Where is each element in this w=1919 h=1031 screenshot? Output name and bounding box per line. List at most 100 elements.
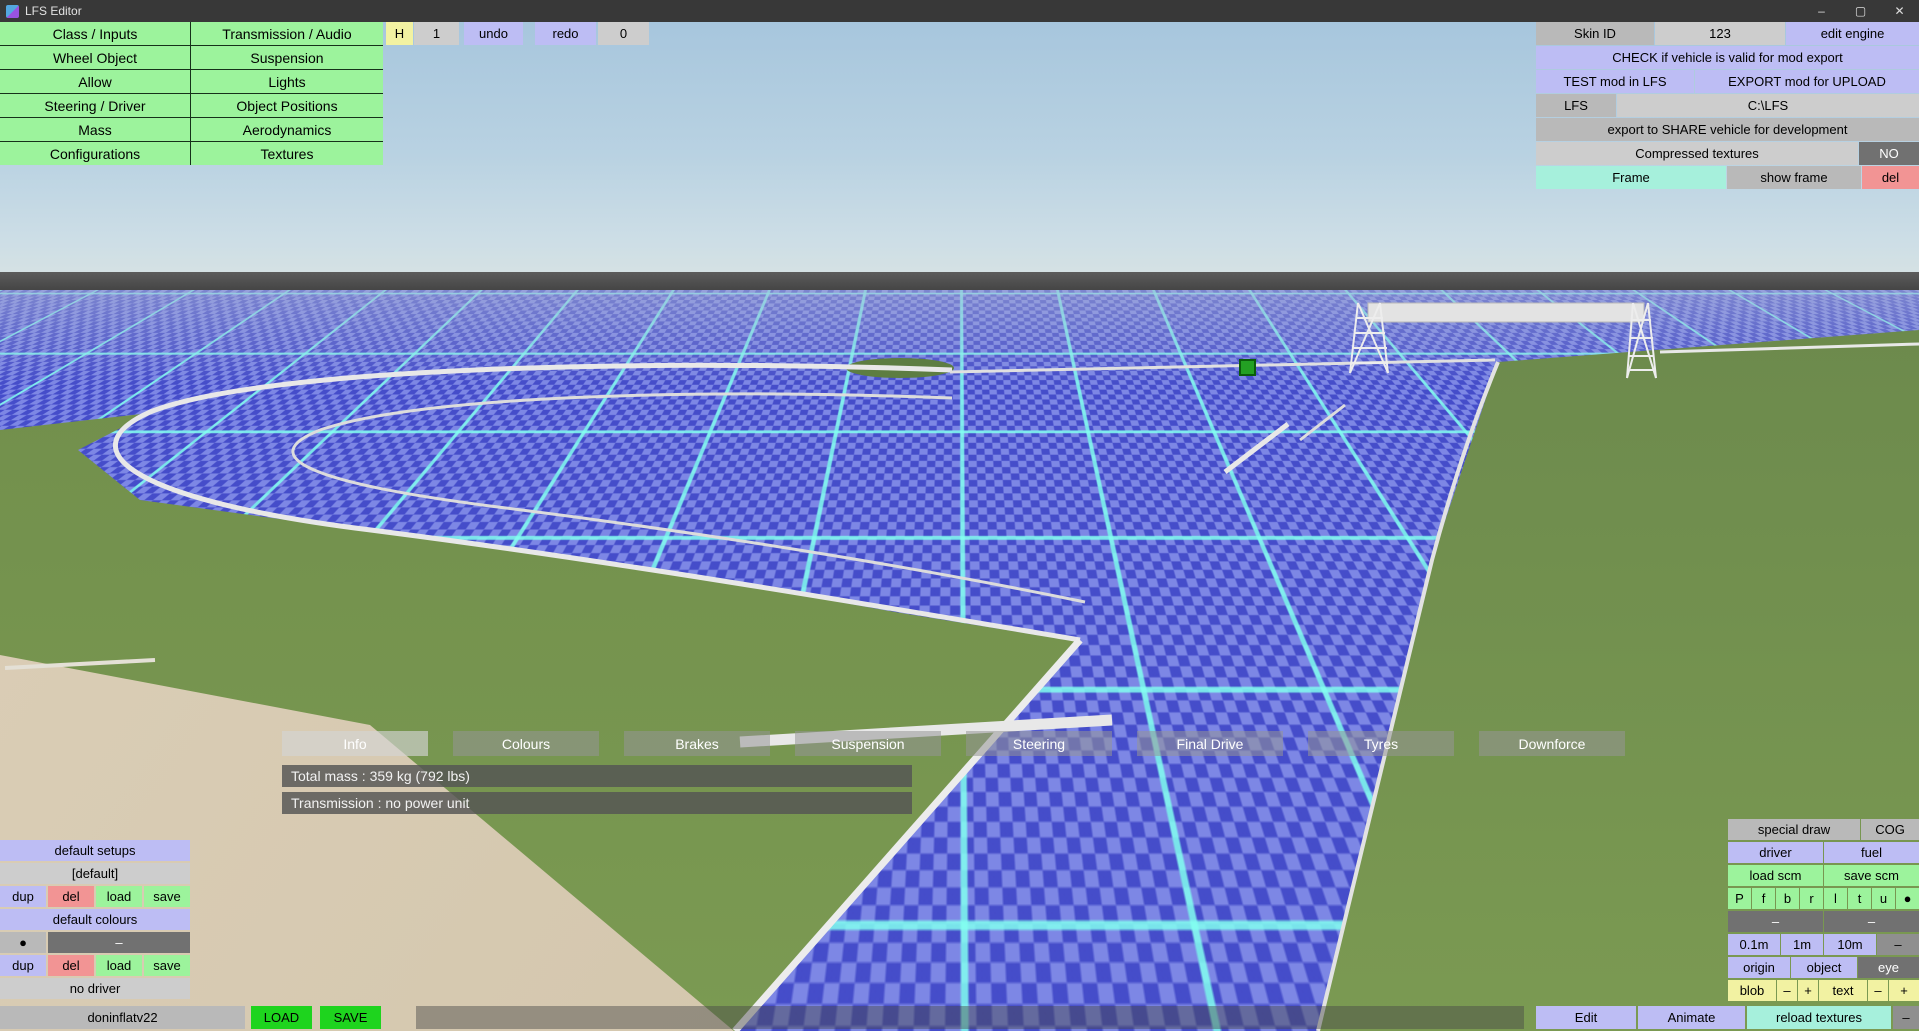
toggle-l-button[interactable]: l — [1824, 888, 1847, 909]
colour-del-button[interactable]: del — [48, 955, 94, 976]
dash-right-button[interactable]: – — [1824, 911, 1919, 932]
compressed-textures-toggle[interactable]: NO — [1859, 142, 1919, 165]
text-plus-button[interactable]: + — [1889, 980, 1919, 1001]
toggle-u-button[interactable]: u — [1872, 888, 1895, 909]
dash-left-button[interactable]: – — [1728, 911, 1823, 932]
transmission-readout: Transmission : no power unit — [282, 792, 912, 814]
fence-left — [4, 658, 156, 670]
default-setups-button[interactable]: default setups — [0, 840, 190, 861]
tab-steering[interactable]: Steering — [966, 731, 1112, 756]
check-mod-button[interactable]: CHECK if vehicle is valid for mod export — [1536, 46, 1919, 69]
grid-1m-button[interactable]: 1m — [1781, 934, 1823, 955]
menu-item-transmission-audio[interactable]: Transmission / Audio — [191, 22, 383, 45]
track-marking — [1223, 422, 1290, 474]
toggle-t-button[interactable]: t — [1848, 888, 1871, 909]
hide-ui-button[interactable]: H — [386, 22, 413, 45]
eye-button[interactable]: eye — [1858, 957, 1919, 978]
blob-minus-button[interactable]: – — [1777, 980, 1797, 1001]
track-edge-inner — [291, 392, 1086, 604]
special-draw-button[interactable]: special draw — [1728, 819, 1860, 840]
menu-item-suspension[interactable]: Suspension — [191, 46, 383, 69]
save-mod-button[interactable]: SAVE — [320, 1006, 381, 1029]
toggle-dot-button[interactable]: ● — [1896, 888, 1919, 909]
cog-button[interactable]: COG — [1861, 819, 1919, 840]
toggle-b-button[interactable]: b — [1776, 888, 1799, 909]
default-colours-button[interactable]: default colours — [0, 909, 190, 930]
total-mass-readout: Total mass : 359 kg (792 lbs) — [282, 765, 912, 787]
menu-item-steering-driver[interactable]: Steering / Driver — [0, 94, 190, 117]
menu-item-wheel-object[interactable]: Wheel Object — [0, 46, 190, 69]
track-straight — [949, 358, 1496, 374]
toggle-r-button[interactable]: r — [1800, 888, 1823, 909]
maximize-button[interactable]: ▢ — [1841, 0, 1880, 22]
share-export-button[interactable]: export to SHARE vehicle for development — [1536, 118, 1919, 141]
reload-textures-button[interactable]: reload textures — [1747, 1006, 1891, 1029]
load-scm-button[interactable]: load scm — [1728, 865, 1823, 886]
origin-button[interactable]: origin — [1728, 957, 1790, 978]
lfs-path-value[interactable]: C:\LFS — [1617, 94, 1919, 117]
tab-colours[interactable]: Colours — [453, 731, 599, 756]
menu-item-textures[interactable]: Textures — [191, 142, 383, 165]
close-button[interactable]: ✕ — [1880, 0, 1919, 22]
colour-dot-button[interactable]: ● — [0, 932, 46, 953]
tab-info[interactable]: Info — [282, 731, 428, 756]
menu-item-lights[interactable]: Lights — [191, 70, 383, 93]
status-bar — [416, 1006, 1524, 1029]
setup-dup-button[interactable]: dup — [0, 886, 46, 907]
tab-downforce[interactable]: Downforce — [1479, 731, 1625, 756]
colour-load-button[interactable]: load — [96, 955, 142, 976]
animate-mode-button[interactable]: Animate — [1638, 1006, 1745, 1029]
minimize-button[interactable]: – — [1802, 0, 1841, 22]
undo-button[interactable]: undo — [464, 22, 523, 45]
edit-mode-button[interactable]: Edit — [1536, 1006, 1636, 1029]
grid-10m-button[interactable]: 10m — [1824, 934, 1876, 955]
toggle-p-button[interactable]: P — [1728, 888, 1751, 909]
frame-button[interactable]: Frame — [1536, 166, 1726, 189]
skin-id-label: Skin ID — [1536, 22, 1654, 45]
lfs-editor-window: LFS Editor – ▢ ✕ Class / Inputs Transmis… — [0, 0, 1919, 1031]
driver-button[interactable]: driver — [1728, 842, 1823, 863]
text-minus-button[interactable]: – — [1868, 980, 1888, 1001]
current-setup-value[interactable]: [default] — [0, 863, 190, 884]
grid-01m-button[interactable]: 0.1m — [1728, 934, 1780, 955]
menu-item-aerodynamics[interactable]: Aerodynamics — [191, 118, 383, 141]
tab-final-drive[interactable]: Final Drive — [1137, 731, 1283, 756]
menu-item-mass[interactable]: Mass — [0, 118, 190, 141]
menu-item-object-positions[interactable]: Object Positions — [191, 94, 383, 117]
skin-id-value[interactable]: 123 — [1655, 22, 1785, 45]
show-frame-button[interactable]: show frame — [1727, 166, 1861, 189]
grid-dash-button[interactable]: – — [1877, 934, 1919, 955]
save-scm-button[interactable]: save scm — [1824, 865, 1919, 886]
setup-save-button[interactable]: save — [144, 886, 190, 907]
colour-save-button[interactable]: save — [144, 955, 190, 976]
gantry-bridge — [1367, 302, 1645, 323]
tab-tyres[interactable]: Tyres — [1308, 731, 1454, 756]
blob-button[interactable]: blob — [1728, 980, 1776, 1001]
colour-dash-value[interactable]: – — [48, 932, 190, 953]
menu-item-configurations[interactable]: Configurations — [0, 142, 190, 165]
text-button[interactable]: text — [1819, 980, 1867, 1001]
tab-suspension[interactable]: Suspension — [795, 731, 941, 756]
object-button[interactable]: object — [1791, 957, 1857, 978]
load-mod-button[interactable]: LOAD — [251, 1006, 312, 1029]
export-mod-button[interactable]: EXPORT mod for UPLOAD — [1695, 70, 1919, 93]
reload-dash-button[interactable]: – — [1893, 1006, 1919, 1029]
marker-cube[interactable] — [1239, 359, 1256, 376]
no-driver-toggle[interactable]: no driver — [0, 978, 190, 999]
tab-brakes[interactable]: Brakes — [624, 731, 770, 756]
redo-button[interactable]: redo — [535, 22, 596, 45]
fuel-button[interactable]: fuel — [1824, 842, 1919, 863]
menu-item-class-inputs[interactable]: Class / Inputs — [0, 22, 190, 45]
export-panel: Skin ID 123 edit engine CHECK if vehicle… — [1536, 22, 1919, 189]
frame-del-button[interactable]: del — [1862, 166, 1919, 189]
lfs-label: LFS — [1536, 94, 1616, 117]
toggle-f-button[interactable]: f — [1752, 888, 1775, 909]
setup-del-button[interactable]: del — [48, 886, 94, 907]
menu-item-allow[interactable]: Allow — [0, 70, 190, 93]
setup-load-button[interactable]: load — [96, 886, 142, 907]
test-mod-button[interactable]: TEST mod in LFS — [1536, 70, 1694, 93]
blob-plus-button[interactable]: + — [1798, 980, 1818, 1001]
road-edge-left — [732, 637, 1083, 1031]
edit-engine-button[interactable]: edit engine — [1786, 22, 1919, 45]
colour-dup-button[interactable]: dup — [0, 955, 46, 976]
